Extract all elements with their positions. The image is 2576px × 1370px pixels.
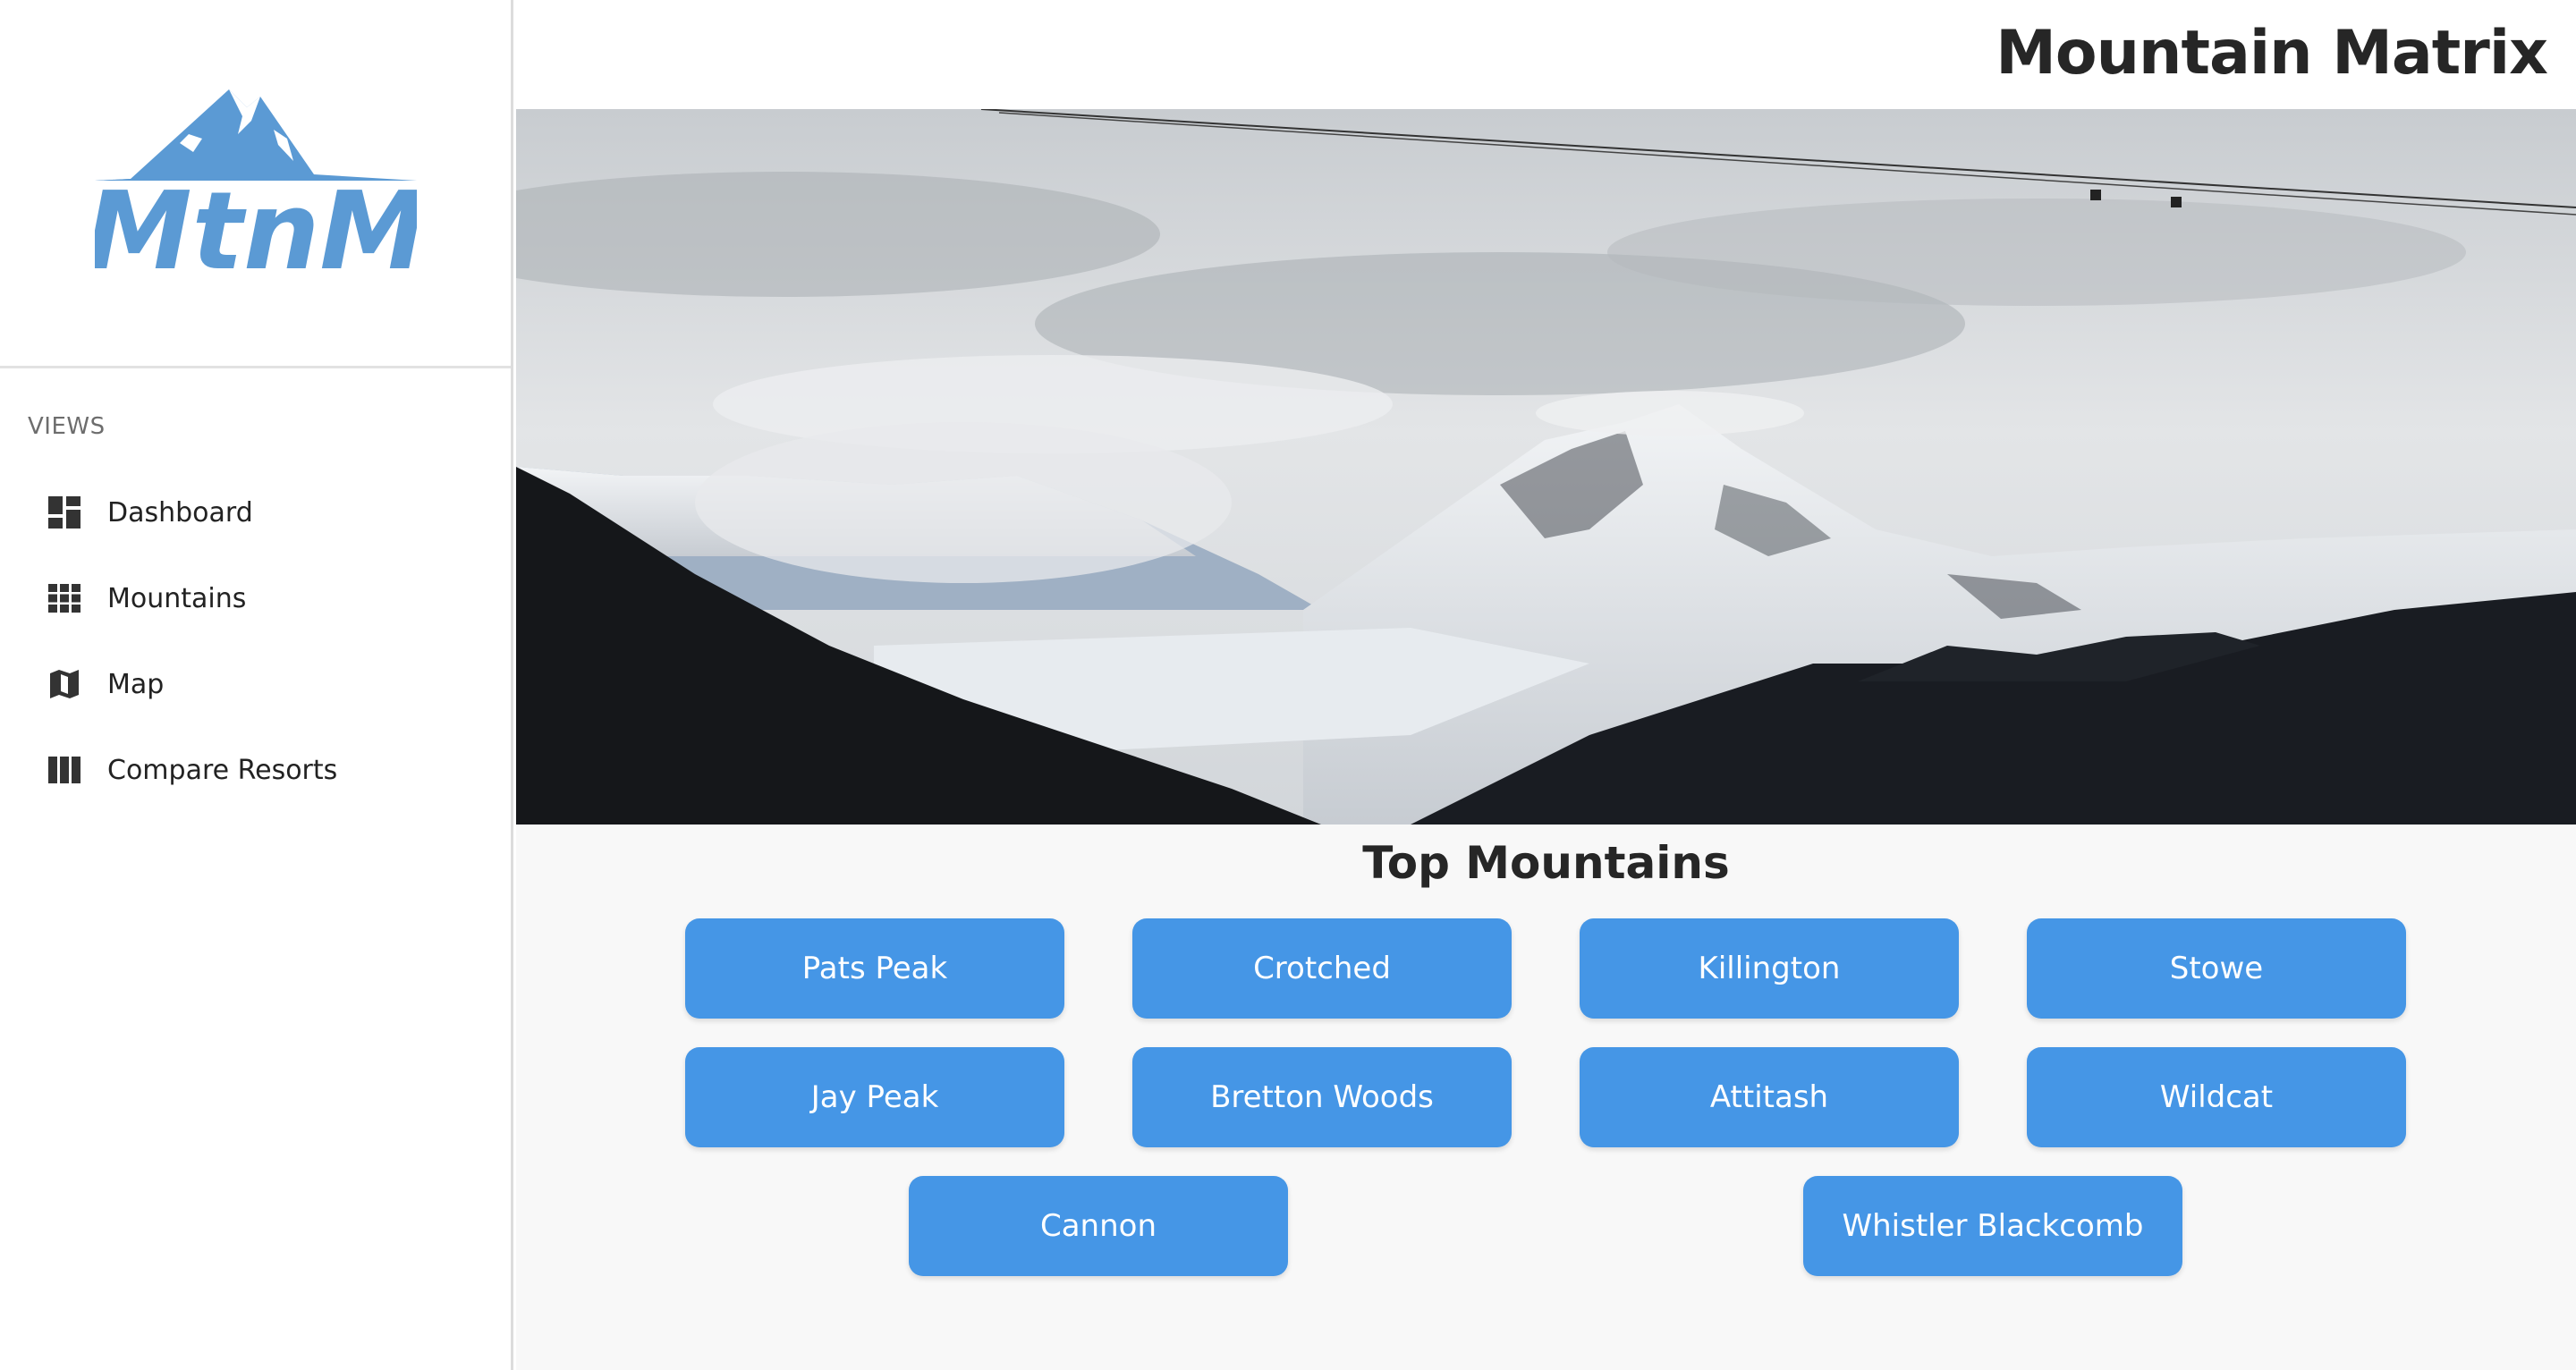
section-title: Top Mountains	[1362, 837, 1730, 889]
map-icon	[47, 666, 82, 702]
sidebar-item-label: Mountains	[107, 582, 247, 614]
mountain-button-killington[interactable]: Killington	[1580, 918, 1959, 1019]
mountain-button-stowe[interactable]: Stowe	[2027, 918, 2406, 1019]
logo[interactable]: MtnM	[0, 0, 511, 368]
svg-text:MtnM: MtnM	[95, 170, 417, 286]
views-section-label: VIEWS	[28, 413, 106, 440]
mountain-button-whistler-blackcomb[interactable]: Whistler Blackcomb	[1803, 1176, 2182, 1276]
sidebar-item-dashboard[interactable]: Dashboard	[0, 469, 511, 555]
hero-mountain-image	[516, 109, 2576, 825]
dashboard-icon	[47, 495, 82, 530]
mountain-logo-icon: MtnM	[94, 89, 417, 286]
sidebar-item-label: Compare Resorts	[107, 754, 338, 786]
app-title: Mountain Matrix	[1996, 18, 2548, 89]
sidebar: MtnM VIEWS Dashboard Mountains Map Compa…	[0, 0, 513, 1370]
mountain-button-attitash[interactable]: Attitash	[1580, 1047, 1959, 1147]
sidebar-item-map[interactable]: Map	[0, 641, 511, 727]
mountain-button-jay-peak[interactable]: Jay Peak	[685, 1047, 1064, 1147]
top-header: Mountain Matrix	[516, 0, 2576, 109]
sidebar-item-mountains[interactable]: Mountains	[0, 555, 511, 641]
mountain-button-pats-peak[interactable]: Pats Peak	[685, 918, 1064, 1019]
columns-icon	[47, 752, 82, 788]
main-content: Top Mountains Pats Peak Crotched Killing…	[516, 825, 2576, 1370]
mountain-button-crotched[interactable]: Crotched	[1132, 918, 1512, 1019]
sidebar-item-label: Map	[107, 668, 165, 700]
sidebar-item-compare-resorts[interactable]: Compare Resorts	[0, 727, 511, 813]
mountain-button-wildcat[interactable]: Wildcat	[2027, 1047, 2406, 1147]
mountain-button-bretton-woods[interactable]: Bretton Woods	[1132, 1047, 1512, 1147]
mountain-button-cannon[interactable]: Cannon	[909, 1176, 1288, 1276]
sidebar-item-label: Dashboard	[107, 496, 253, 529]
grid-icon	[47, 580, 82, 616]
sidebar-nav: Dashboard Mountains Map Compare Resorts	[0, 469, 511, 813]
